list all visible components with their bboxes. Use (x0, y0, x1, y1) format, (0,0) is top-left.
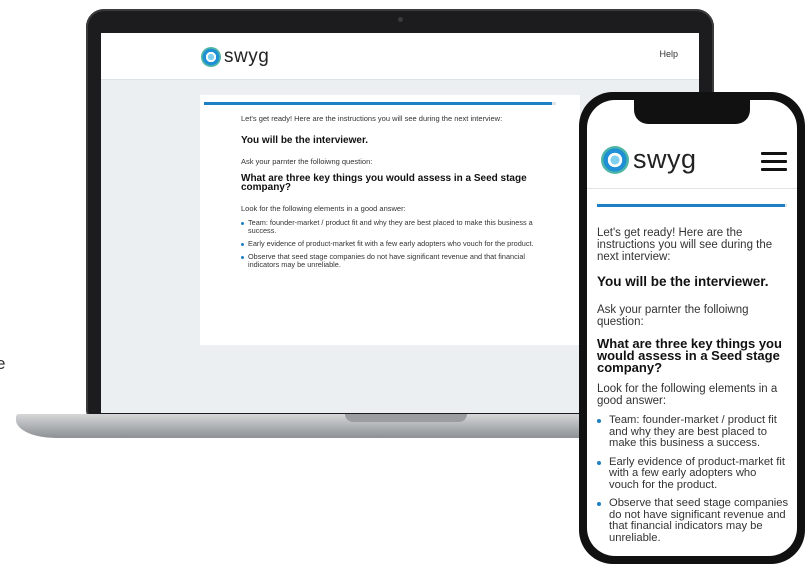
swyg-logo-icon (201, 47, 221, 67)
list-item: Observe that seed stage companies do not… (597, 497, 789, 544)
answer-elements-list: Team: founder-market / product fit and w… (241, 219, 541, 274)
help-link[interactable]: Help (659, 49, 678, 59)
brand-name: swyg (224, 46, 270, 67)
progress-bar-fill (597, 204, 786, 207)
role-heading: You will be the interviewer. (597, 274, 769, 289)
instructions-card: Let's get ready! Here are the instructio… (200, 95, 580, 345)
brand-name: swyg (633, 144, 697, 174)
list-item: Team: founder-market / product fit and w… (597, 414, 789, 450)
laptop-trackpad-notch (345, 414, 467, 422)
hamburger-menu-icon[interactable] (761, 152, 787, 172)
laptop-header: swyg Help (101, 33, 699, 80)
progress-bar-fill (204, 102, 553, 105)
brand-logo[interactable]: swyg (201, 46, 269, 68)
intro-text: Let's get ready! Here are the instructio… (597, 227, 773, 263)
list-item: Early evidence of product-market fit wit… (241, 240, 541, 248)
intro-text: Let's get ready! Here are the instructio… (241, 114, 503, 123)
question-heading: What are three key things you would asse… (241, 173, 527, 193)
progress-bar (204, 102, 556, 105)
answer-elements-list: Team: founder-market / product fit and w… (597, 414, 789, 551)
look-for-text: Look for the following elements in a goo… (597, 383, 778, 407)
phone-notch (634, 100, 750, 124)
progress-bar (597, 204, 787, 207)
list-item: Team: founder-market / product fit and w… (241, 219, 541, 235)
phone-screen: swyg Let's get ready! Here are the instr… (587, 100, 797, 556)
background-text-fragment: e (0, 354, 6, 373)
look-for-text: Look for the following elements in a goo… (241, 204, 406, 213)
brand-logo[interactable]: swyg (601, 144, 697, 175)
laptop-camera (398, 17, 403, 22)
question-heading: What are three key things you would asse… (597, 336, 782, 375)
role-heading: You will be the interviewer. (241, 135, 369, 146)
list-item: Early evidence of product-market fit wit… (597, 456, 789, 492)
phone-device: swyg Let's get ready! Here are the instr… (579, 92, 805, 564)
swyg-logo-icon (601, 145, 629, 174)
ask-text: Ask your parnter the folloiwng question: (241, 157, 373, 166)
ask-text: Ask your parnter the folloiwng question: (597, 304, 749, 328)
list-item: Observe that seed stage companies do not… (241, 253, 541, 269)
